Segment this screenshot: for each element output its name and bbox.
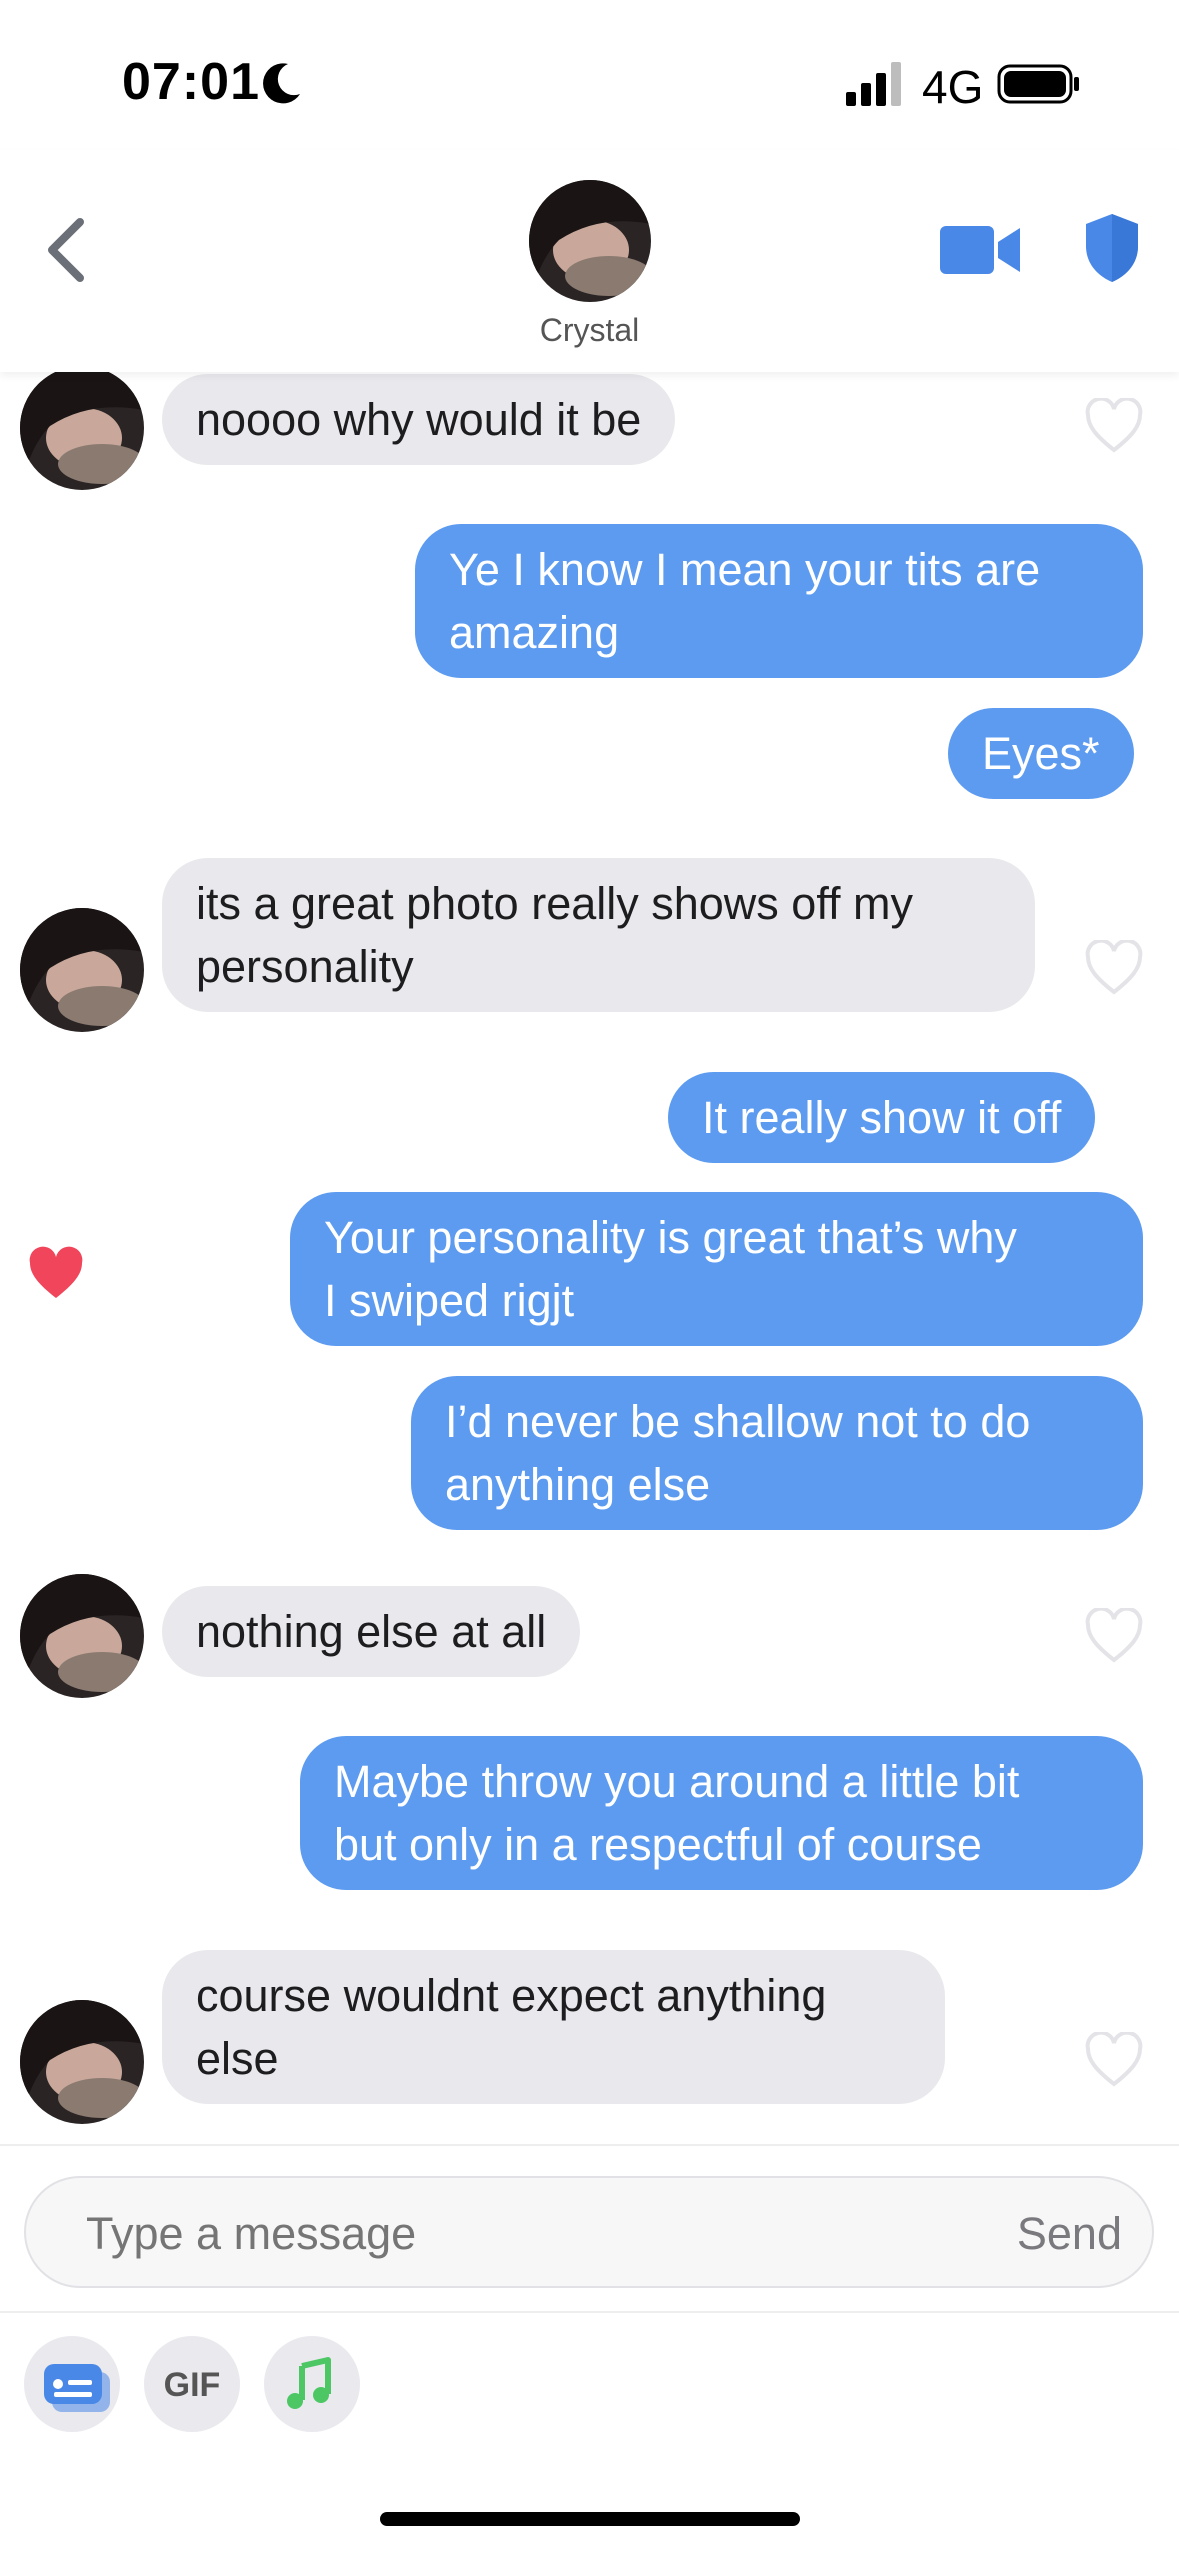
- incoming-message[interactable]: course wouldnt expect anything else: [162, 1950, 945, 2104]
- video-call-icon[interactable]: [940, 220, 1022, 280]
- heart-outline-icon[interactable]: [1084, 398, 1144, 454]
- divider: [0, 2311, 1179, 2313]
- outgoing-message[interactable]: It really show it off: [668, 1072, 1096, 1163]
- chat-header: Crystal: [0, 150, 1179, 372]
- incoming-message[interactable]: noooo why would it be: [162, 374, 676, 465]
- outgoing-message[interactable]: Ye I know I mean your tits are amazing: [415, 524, 1143, 678]
- message-input-container[interactable]: Send: [24, 2176, 1154, 2288]
- message-text: Ye I know I mean your tits are: [449, 544, 1041, 595]
- contact-avatar-small[interactable]: [20, 1574, 144, 1698]
- message-text: I swiped rigjt: [324, 1275, 575, 1326]
- outgoing-message[interactable]: I’d never be shallow not to do anything …: [411, 1376, 1143, 1530]
- id-card-button[interactable]: [24, 2336, 120, 2432]
- outgoing-message[interactable]: Your personality is great that’s why I s…: [290, 1192, 1143, 1346]
- incoming-message[interactable]: nothing else at all: [162, 1586, 581, 1677]
- shield-icon[interactable]: [1082, 212, 1142, 284]
- battery-icon: [997, 64, 1079, 104]
- gif-label: GIF: [163, 2366, 221, 2404]
- status-time: 07:01: [122, 53, 260, 111]
- message-text: personality: [196, 941, 414, 992]
- message-composer: Send GIF: [0, 2144, 1179, 2556]
- heart-outline-icon[interactable]: [1084, 2032, 1144, 2088]
- moon-icon: [263, 63, 300, 104]
- contact-avatar[interactable]: [529, 180, 651, 302]
- outgoing-message[interactable]: Maybe throw you around a little bit but …: [300, 1736, 1143, 1890]
- message-text: else: [196, 2033, 279, 2084]
- message-text: course wouldnt expect anything: [196, 1970, 827, 2021]
- message-text: anything else: [445, 1459, 711, 1510]
- home-indicator: [380, 2512, 800, 2526]
- message-text: nothing else at all: [196, 1606, 547, 1657]
- message-text: Your personality is great that’s why: [324, 1212, 1017, 1263]
- message-text: amazing: [449, 607, 620, 658]
- message-text: noooo why would it be: [196, 394, 642, 445]
- message-text: but only in a respectful of course: [334, 1819, 982, 1870]
- status-bar: 07:01 4G: [0, 0, 1179, 150]
- message-text: its a great photo really shows off my: [196, 878, 914, 929]
- music-note-icon: [287, 2357, 331, 2409]
- heart-outline-icon[interactable]: [1084, 1608, 1144, 1664]
- id-card-icon: [44, 2364, 110, 2412]
- contact-avatar-small[interactable]: [20, 2000, 144, 2124]
- message-text: Maybe throw you around a little bit: [334, 1756, 1020, 1807]
- message-thread[interactable]: noooo why would it be Ye I know I mean y…: [0, 372, 1179, 2144]
- network-type: 4G: [922, 61, 984, 113]
- heart-outline-icon[interactable]: [1084, 940, 1144, 996]
- message-text: It really show it off: [702, 1092, 1062, 1143]
- heart-filled-icon[interactable]: [26, 1246, 86, 1302]
- back-chevron-icon[interactable]: [38, 210, 98, 290]
- contact-name[interactable]: Crystal: [0, 312, 1179, 349]
- signal-icon: [846, 62, 901, 106]
- message-input[interactable]: [86, 2208, 886, 2260]
- contact-avatar-small[interactable]: [20, 372, 144, 490]
- contact-avatar-small[interactable]: [20, 908, 144, 1032]
- send-button[interactable]: Send: [1017, 2208, 1122, 2260]
- gif-button[interactable]: GIF: [144, 2336, 240, 2432]
- incoming-message[interactable]: its a great photo really shows off my pe…: [162, 858, 1035, 1012]
- message-text: I’d never be shallow not to do: [445, 1396, 1031, 1447]
- outgoing-message[interactable]: Eyes*: [948, 708, 1134, 799]
- music-button[interactable]: [264, 2336, 360, 2432]
- message-text: Eyes*: [982, 728, 1100, 779]
